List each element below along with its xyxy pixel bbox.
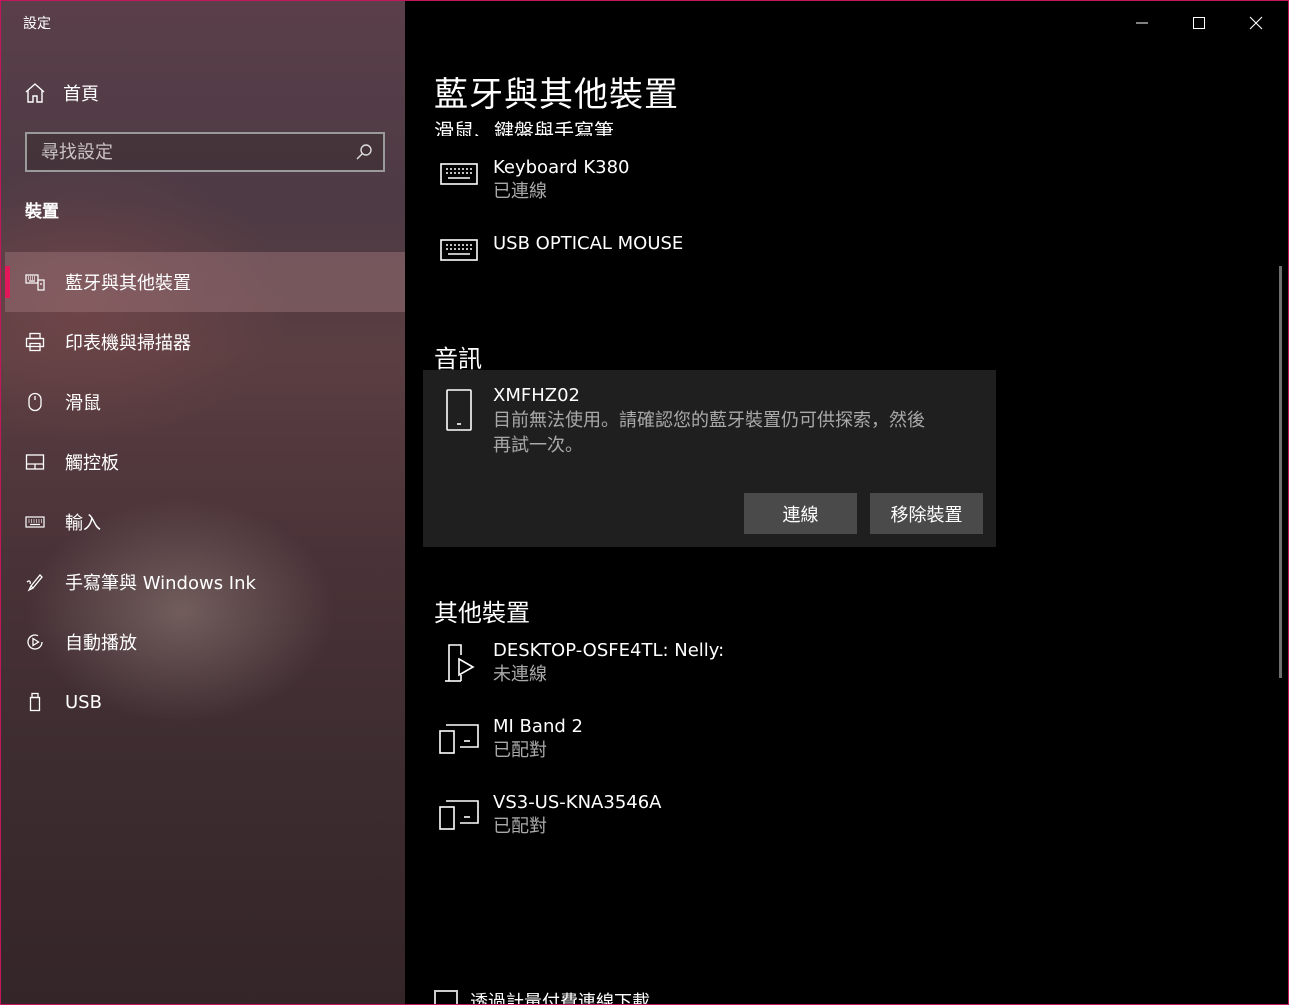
sidebar-item-autoplay[interactable]: 自動播放 bbox=[5, 612, 405, 672]
maximize-button[interactable] bbox=[1185, 9, 1213, 37]
home-link[interactable]: 首頁 bbox=[23, 79, 99, 107]
device-keyboard-k380[interactable]: Keyboard K380 已連線 bbox=[434, 156, 630, 204]
usb-icon bbox=[25, 692, 45, 712]
sidebar-item-bluetooth[interactable]: 藍牙與其他裝置 bbox=[5, 252, 405, 312]
page-title: 藍牙與其他裝置 bbox=[434, 75, 679, 115]
input-devices-heading: 滑鼠、鍵盤與手寫筆 bbox=[434, 112, 834, 136]
device-usb-optical-mouse[interactable]: USB OPTICAL MOUSE bbox=[434, 232, 683, 276]
bluetooth-devices-icon bbox=[25, 272, 45, 292]
home-icon bbox=[25, 83, 45, 103]
sidebar-item-label: 觸控板 bbox=[65, 453, 119, 474]
device-vs3-us-kna3546a[interactable]: VS3-US-KNA3546A 已配對 bbox=[434, 791, 662, 839]
printer-icon bbox=[25, 332, 45, 352]
device-mi-band-2[interactable]: MI Band 2 已配對 bbox=[434, 715, 583, 763]
sidebar-item-pen[interactable]: 手寫筆與 Windows Ink bbox=[5, 552, 405, 612]
remove-device-button[interactable]: 移除裝置 bbox=[870, 493, 983, 534]
device-desktop-osfe4tl[interactable]: DESKTOP-OSFE4TL: Nelly: 未連線 bbox=[434, 639, 724, 687]
keyboard-icon bbox=[434, 156, 484, 200]
device-name: DESKTOP-OSFE4TL: Nelly: bbox=[493, 640, 725, 661]
media-device-icon bbox=[434, 639, 484, 683]
minimize-icon bbox=[1136, 22, 1148, 24]
device-name: Keyboard K380 bbox=[493, 157, 630, 178]
sidebar-item-label: 自動播放 bbox=[65, 633, 137, 654]
device-status: 已連線 bbox=[493, 181, 547, 202]
main-content: 藍牙與其他裝置 滑鼠、鍵盤與手寫筆 Keyboard K380 已連線 USB … bbox=[405, 1, 1288, 1005]
sidebar-item-printers[interactable]: 印表機與掃描器 bbox=[5, 312, 405, 372]
sidebar-nav: 藍牙與其他裝置 印表機與掃描器 滑鼠 觸控板 輸入 手寫筆與 Windows I… bbox=[5, 252, 405, 732]
sidebar-item-usb[interactable]: USB bbox=[5, 672, 405, 732]
sidebar-item-label: 手寫筆與 Windows Ink bbox=[65, 573, 256, 594]
minimize-button[interactable] bbox=[1128, 9, 1156, 37]
close-button[interactable] bbox=[1242, 9, 1270, 37]
checkbox[interactable] bbox=[434, 990, 458, 1004]
sidebar-item-mouse[interactable]: 滑鼠 bbox=[5, 372, 405, 432]
sidebar-item-label: USB bbox=[65, 691, 102, 713]
sidebar: 設定 首頁 裝置 藍牙與其他裝置 bbox=[1, 1, 405, 1004]
touchpad-icon bbox=[25, 452, 45, 472]
sidebar-item-label: 滑鼠 bbox=[65, 393, 101, 414]
scrollbar[interactable] bbox=[1279, 266, 1282, 678]
phone-icon bbox=[446, 389, 472, 431]
device-status: 已配對 bbox=[493, 816, 547, 837]
connect-button[interactable]: 連線 bbox=[744, 493, 857, 534]
device-status: 已配對 bbox=[493, 740, 547, 761]
device-name: VS3-US-KNA3546A bbox=[493, 792, 662, 813]
app-title: 設定 bbox=[23, 16, 51, 32]
keyboard-icon bbox=[434, 232, 484, 276]
other-devices-heading: 其他裝置 bbox=[434, 599, 530, 627]
search-box[interactable] bbox=[25, 132, 385, 172]
audio-device-name: XMFHZ02 bbox=[493, 385, 580, 406]
home-label: 首頁 bbox=[63, 84, 99, 105]
pen-icon bbox=[25, 572, 45, 592]
sidebar-item-typing[interactable]: 輸入 bbox=[5, 492, 405, 552]
maximize-icon bbox=[1193, 17, 1205, 29]
close-icon bbox=[1249, 16, 1263, 30]
audio-heading: 音訊 bbox=[434, 345, 482, 373]
settings-window: 設定 首頁 裝置 藍牙與其他裝置 bbox=[0, 0, 1289, 1005]
sidebar-item-label: 輸入 bbox=[65, 513, 101, 534]
audio-device-message: 目前無法使用。請確認您的藍牙裝置仍可供探索，然後再試一次。 bbox=[493, 410, 925, 456]
sidebar-item-label: 印表機與掃描器 bbox=[65, 333, 191, 354]
search-icon[interactable] bbox=[355, 143, 373, 161]
sidebar-item-touchpad[interactable]: 觸控板 bbox=[5, 432, 405, 492]
sidebar-item-label: 藍牙與其他裝置 bbox=[65, 273, 191, 294]
autoplay-icon bbox=[25, 632, 45, 652]
device-status: 未連線 bbox=[493, 664, 547, 685]
mouse-icon bbox=[25, 392, 45, 412]
search-input[interactable] bbox=[41, 141, 355, 163]
metered-connection-checkbox[interactable]: 透過計量付費連線下載 bbox=[434, 986, 650, 1005]
device-name: MI Band 2 bbox=[493, 716, 583, 737]
section-label: 裝置 bbox=[25, 202, 59, 222]
generic-device-icon bbox=[434, 715, 484, 759]
generic-device-icon bbox=[434, 791, 484, 835]
keyboard-icon bbox=[25, 512, 45, 532]
audio-device-card[interactable]: XMFHZ02 目前無法使用。請確認您的藍牙裝置仍可供探索，然後再試一次。 連線… bbox=[423, 370, 996, 547]
checkbox-label: 透過計量付費連線下載 bbox=[470, 992, 650, 1005]
device-name: USB OPTICAL MOUSE bbox=[493, 233, 684, 254]
input-devices-heading-text: 滑鼠、鍵盤與手寫筆 bbox=[434, 119, 614, 136]
